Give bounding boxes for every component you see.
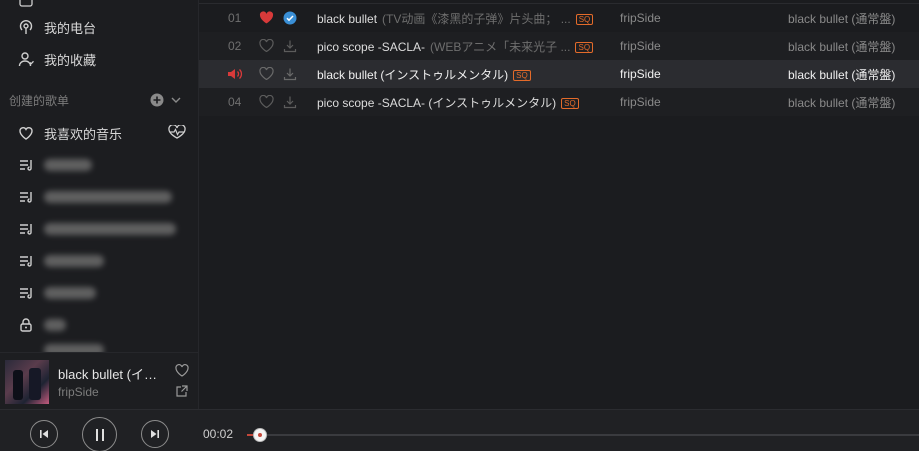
current-time: 00:02 [203, 427, 234, 441]
track-title: black bullet [317, 11, 378, 26]
pause-icon [95, 428, 104, 441]
sq-quality-badge: SQ [575, 13, 594, 25]
playlist-icon [17, 284, 35, 302]
sidebar-playlist-item[interactable] [0, 245, 199, 277]
track-subtitle: (TV动画《漆黑的子弹》片头曲； ... [382, 11, 571, 26]
sidebar-item-collection[interactable]: 我的收藏 [0, 43, 199, 75]
playlist-icon [17, 156, 35, 174]
sidebar-playlist-item[interactable] [0, 213, 199, 245]
next-track-button[interactable] [141, 420, 169, 448]
add-playlist-icon[interactable] [150, 93, 164, 110]
radio-icon [17, 18, 35, 36]
heart-outline-icon [17, 124, 35, 142]
track-title-cell[interactable]: black bullet (インストゥルメンタル) SQ [317, 66, 531, 83]
sidebar-item-label: 我的电台 [44, 20, 97, 36]
blurred-playlist-name [44, 287, 96, 299]
blurred-playlist-name [44, 319, 66, 331]
download-icon[interactable] [283, 39, 297, 56]
now-playing-speaker-icon [227, 68, 243, 83]
sidebar: 我的电台 我的收藏 创建的歌单 我喜欢的音乐 [0, 0, 199, 409]
blurred-playlist-name [44, 255, 104, 267]
partial-icon [17, 0, 35, 9]
download-icon[interactable] [283, 67, 297, 84]
table-row[interactable]: 02 pico scope -SACLA- (WEBアニメ「未来光子 ... SQ … [199, 32, 919, 60]
table-row[interactable]: 04 pico scope -SACLA- (インストゥルメンタル) SQ fri… [199, 88, 919, 116]
heartbeat-mode-icon[interactable] [167, 123, 187, 142]
track-title: black bullet (インストゥルメンタル) [317, 67, 509, 82]
progress-track[interactable] [247, 434, 919, 436]
playlist-icon [17, 188, 35, 206]
sidebar-playlist-item[interactable] [0, 181, 199, 213]
sq-quality-badge: SQ [575, 41, 594, 53]
track-album[interactable]: black bullet (通常盤) [788, 10, 895, 27]
sidebar-item-liked-music[interactable]: 我喜欢的音乐 [0, 117, 199, 149]
table-row[interactable]: 01 black bullet (TV动画《漆黑的子弹》片头曲； ... SQ fr… [199, 4, 919, 32]
track-artist[interactable]: fripSide [620, 95, 661, 109]
track-number: 02 [228, 39, 242, 53]
track-artist[interactable]: fripSide [620, 67, 661, 81]
lock-icon [17, 316, 35, 334]
track-artist[interactable]: fripSide [620, 39, 661, 53]
track-title: pico scope -SACLA- [317, 39, 426, 54]
sidebar-playlist-item-private[interactable] [0, 309, 199, 341]
like-heart-icon[interactable] [175, 363, 189, 380]
skip-next-icon [151, 430, 159, 438]
heart-outline-icon[interactable] [259, 38, 274, 55]
blurred-playlist-name [44, 159, 92, 171]
playlist-section-tools [150, 93, 182, 110]
sidebar-item-radio[interactable]: 我的电台 [0, 11, 199, 43]
blurred-playlist-name [44, 344, 104, 352]
now-playing-panel[interactable]: black bullet (インストゥルメンタル) fripSide [0, 352, 199, 409]
heart-outline-icon[interactable] [259, 66, 274, 83]
table-row-playing[interactable]: black bullet (インストゥルメンタル) SQ fripSide bla… [199, 60, 919, 88]
skip-previous-icon [40, 430, 48, 438]
playlist-icon [17, 220, 35, 238]
sidebar-item-label: 我的收藏 [44, 52, 97, 68]
playlists-section-title: 创建的歌单 [9, 94, 70, 108]
heart-outline-icon[interactable] [259, 94, 274, 111]
download-icon[interactable] [283, 95, 297, 112]
player-bar: 00:02 [0, 409, 919, 451]
downloaded-check-icon[interactable] [283, 11, 297, 28]
track-title-cell[interactable]: pico scope -SACLA- (WEBアニメ「未来光子 ... SQ [317, 38, 594, 55]
album-cover[interactable] [5, 360, 49, 404]
sidebar-playlist-item[interactable] [0, 149, 199, 181]
track-album[interactable]: black bullet (通常盤) [788, 66, 895, 83]
progress-knob[interactable] [253, 428, 267, 442]
pause-button[interactable] [82, 417, 117, 451]
track-artist[interactable]: fripSide [620, 11, 661, 25]
track-album[interactable]: black bullet (通常盤) [788, 38, 895, 55]
sq-quality-badge: SQ [561, 97, 579, 109]
track-title-cell[interactable]: black bullet (TV动画《漆黑的子弹》片头曲； ... SQ [317, 10, 594, 27]
share-icon[interactable] [175, 385, 188, 401]
blurred-playlist-name [44, 191, 172, 203]
track-album[interactable]: black bullet (通常盤) [788, 94, 895, 111]
liked-heart-icon[interactable] [259, 11, 274, 27]
sq-quality-badge: SQ [513, 69, 531, 81]
previous-track-button[interactable] [30, 420, 58, 448]
sidebar-playlist-item[interactable] [0, 338, 199, 352]
track-subtitle: (WEBアニメ「未来光子 ... [430, 39, 571, 54]
track-number: 01 [228, 11, 242, 25]
sidebar-playlist-item[interactable] [0, 277, 199, 309]
blurred-playlist-name [44, 223, 176, 235]
user-collection-icon [17, 50, 35, 68]
track-number: 04 [228, 95, 242, 109]
now-playing-artist[interactable]: fripSide [58, 385, 99, 399]
track-title-cell[interactable]: pico scope -SACLA- (インストゥルメンタル) SQ [317, 94, 579, 111]
track-title: pico scope -SACLA- (インストゥルメンタル) [317, 95, 557, 110]
chevron-down-icon[interactable] [170, 94, 182, 109]
track-list: 01 black bullet (TV动画《漆黑的子弹》片头曲； ... SQ fr… [199, 0, 919, 409]
sidebar-item-label: 我喜欢的音乐 [44, 126, 123, 142]
playlist-icon [17, 252, 35, 270]
now-playing-title[interactable]: black bullet (インストゥルメンタル) [58, 364, 168, 383]
